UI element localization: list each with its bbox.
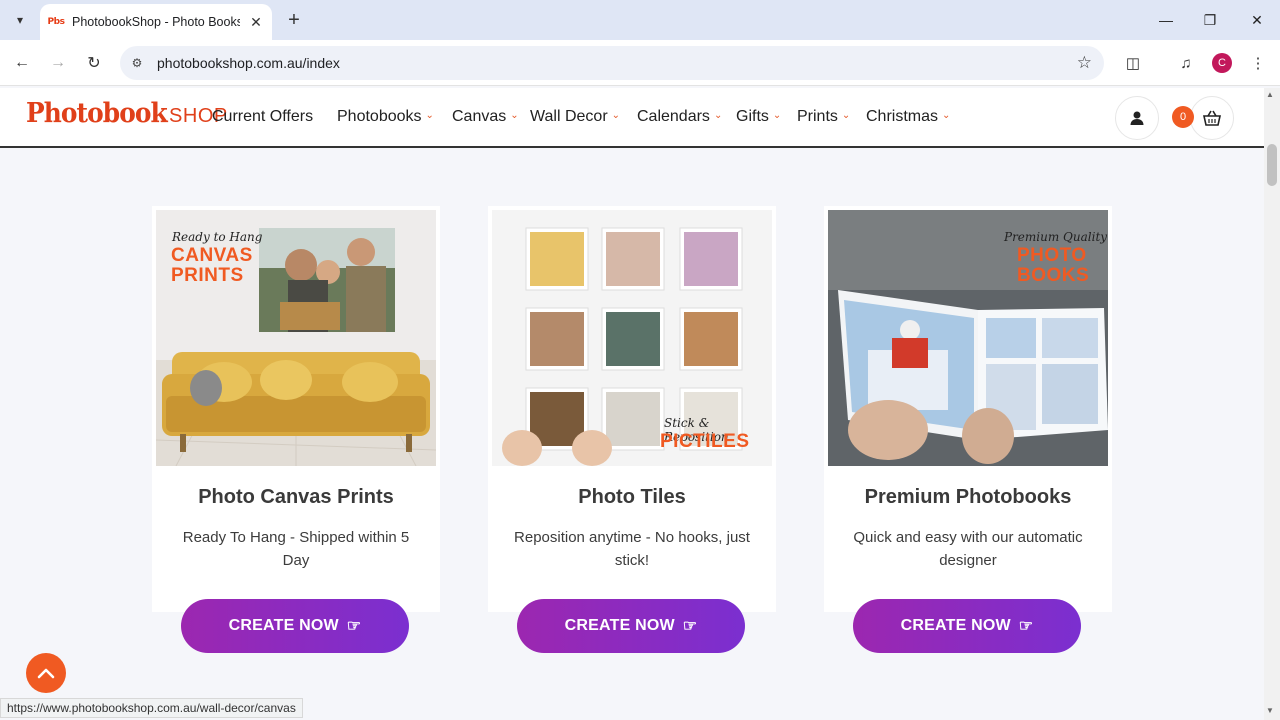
nav-photobooks[interactable]: Photobooks ⌄ xyxy=(337,108,434,126)
bookmark-star-icon[interactable]: ☆ xyxy=(1077,53,1092,73)
nav-canvas[interactable]: Canvas ⌄ xyxy=(452,108,519,126)
chevron-down-icon: ⌄ xyxy=(841,110,851,121)
nav-label: Gifts xyxy=(736,108,769,125)
photobook-product-image[interactable]: Premium Quality PHOTO BOOKS xyxy=(828,210,1108,466)
button-label: CREATE NOW xyxy=(900,617,1011,634)
product-title[interactable]: Premium Photobooks xyxy=(824,486,1112,509)
new-tab-plus-icon[interactable]: + xyxy=(282,8,306,32)
chevron-down-icon: ⌄ xyxy=(611,110,621,121)
photobook-image-headline-2: BOOKS xyxy=(1017,265,1090,286)
tab-title: PhotobookShop - Photo Books xyxy=(72,15,240,29)
site-logo[interactable]: Photobook SHOP xyxy=(26,98,228,130)
create-now-canvas-button[interactable]: CREATE NOW ☞ xyxy=(181,599,409,653)
back-to-top-chevron-icon[interactable] xyxy=(26,653,66,693)
forward-arrow-icon[interactable]: → xyxy=(46,51,70,75)
restore-icon[interactable]: ❐ xyxy=(1198,8,1222,32)
cart-count-badge: 0 xyxy=(1172,106,1194,128)
product-title[interactable]: Photo Tiles xyxy=(488,486,776,509)
canvas-image-headline-2: PRINTS xyxy=(171,265,244,286)
nav-label: Canvas xyxy=(452,108,507,125)
photobook-image-tagline: Premium Quality xyxy=(1004,230,1108,244)
nav-prints[interactable]: Prints ⌄ xyxy=(797,108,850,126)
canvas-product-image[interactable]: Ready to Hang CANVAS PRINTS xyxy=(156,210,436,466)
nav-label: Calendars xyxy=(637,108,710,125)
product-description: Reposition anytime - No hooks, just stic… xyxy=(514,529,750,569)
profile-avatar[interactable]: C xyxy=(1212,53,1232,73)
address-url[interactable]: photobookshop.com.au/index xyxy=(157,55,340,71)
tab-search-icon[interactable]: ▾ xyxy=(8,8,32,32)
nav-christmas[interactable]: Christmas ⌄ xyxy=(866,108,950,126)
pointing-hand-icon: ☞ xyxy=(346,618,362,635)
create-now-photobooks-button[interactable]: CREATE NOW ☞ xyxy=(853,599,1081,653)
scroll-up-icon[interactable]: ▲ xyxy=(1266,90,1274,99)
reload-icon[interactable]: ↻ xyxy=(82,51,106,75)
browser-tab-strip: ▾ Pbs PhotobookShop - Photo Books ✕ + — … xyxy=(0,0,1280,40)
extensions-puzzle-icon[interactable]: ◫ xyxy=(1121,51,1145,75)
pointing-hand-icon: ☞ xyxy=(682,618,698,635)
product-card-photobooks[interactable]: Premium Quality PHOTO BOOKS Premium Phot… xyxy=(824,206,1112,612)
nav-gifts[interactable]: Gifts ⌄ xyxy=(736,108,781,126)
chevron-down-icon: ⌄ xyxy=(772,110,782,121)
scrollbar-thumb[interactable] xyxy=(1267,144,1277,186)
canvas-image-headline-1: CANVAS xyxy=(171,245,253,266)
account-user-icon[interactable] xyxy=(1115,96,1159,140)
nav-label: Christmas xyxy=(866,108,939,125)
status-bar-link-preview: https://www.photobookshop.com.au/wall-de… xyxy=(0,698,303,718)
browser-toolbar: ← → ↻ ⚙ photobookshop.com.au/index ☆ ◫ ♫… xyxy=(0,40,1280,86)
media-controls-icon[interactable]: ♫ xyxy=(1174,51,1198,75)
photobook-image-headline-1: PHOTO xyxy=(1017,245,1087,266)
nav-calendars[interactable]: Calendars ⌄ xyxy=(637,108,722,126)
product-description: Quick and easy with our automatic design… xyxy=(853,529,1083,569)
browser-menu-icon[interactable]: ⋮ xyxy=(1246,51,1270,75)
back-arrow-icon[interactable]: ← xyxy=(10,51,34,75)
product-title[interactable]: Photo Canvas Prints xyxy=(152,486,440,509)
nav-current-offers[interactable]: Current Offers xyxy=(212,108,313,126)
minimize-icon[interactable]: — xyxy=(1154,8,1178,32)
canvas-image-tagline: Ready to Hang xyxy=(172,230,263,244)
chevron-down-icon: ⌄ xyxy=(425,110,434,121)
product-card-tiles[interactable]: Stick & Reposition PICTILES Photo Tiles … xyxy=(488,206,776,612)
tiles-image-headline: PICTILES xyxy=(660,431,750,452)
logo-photobook-text: Photobook xyxy=(26,98,168,129)
product-description: Ready To Hang - Shipped within 5 Day xyxy=(182,529,410,569)
tab-close-icon[interactable]: ✕ xyxy=(248,14,264,30)
nav-label: Wall Decor xyxy=(530,108,608,125)
scroll-down-icon[interactable]: ▼ xyxy=(1266,706,1274,715)
button-label: CREATE NOW xyxy=(228,617,339,634)
nav-label: Current Offers xyxy=(212,108,314,125)
chevron-down-icon: ⌄ xyxy=(942,110,951,121)
tiles-product-image[interactable]: Stick & Reposition PICTILES xyxy=(492,210,772,466)
nav-wall-decor[interactable]: Wall Decor ⌄ xyxy=(530,108,620,126)
browser-tab[interactable]: Pbs PhotobookShop - Photo Books ✕ xyxy=(40,4,272,40)
site-header: Photobook SHOP Current Offers Photobooks… xyxy=(0,88,1264,148)
chevron-down-icon: ⌄ xyxy=(510,110,519,121)
site-info-icon[interactable]: ⚙ xyxy=(128,54,146,72)
create-now-tiles-button[interactable]: CREATE NOW ☞ xyxy=(517,599,745,653)
pointing-hand-icon: ☞ xyxy=(1018,618,1034,635)
nav-label: Photobooks xyxy=(337,108,422,125)
nav-label: Prints xyxy=(797,108,838,125)
tab-favicon-icon: Pbs xyxy=(47,17,65,27)
product-card-canvas[interactable]: Ready to Hang CANVAS PRINTS Photo Canvas… xyxy=(152,206,440,612)
chevron-down-icon: ⌄ xyxy=(713,110,723,121)
address-bar[interactable]: ⚙ photobookshop.com.au/index ☆ xyxy=(120,46,1104,80)
button-label: CREATE NOW xyxy=(564,617,675,634)
cart-basket-icon[interactable] xyxy=(1190,96,1234,140)
window-close-icon[interactable]: ✕ xyxy=(1245,8,1269,32)
